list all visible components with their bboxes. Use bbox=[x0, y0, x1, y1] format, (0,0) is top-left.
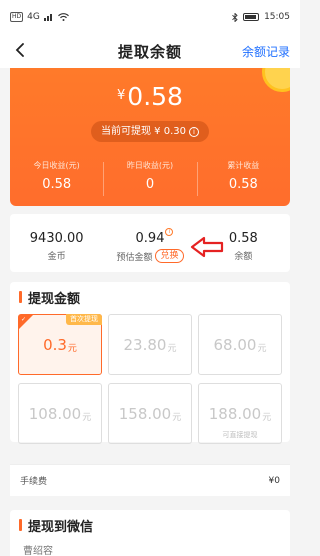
chevron-left-icon bbox=[15, 43, 24, 57]
amount-unit: 元 bbox=[262, 412, 272, 423]
stat-value: 0 bbox=[145, 177, 155, 192]
amount-unit: 元 bbox=[82, 412, 92, 423]
page-title: 提取余额 bbox=[117, 42, 182, 61]
withdraw-amount-header: 提现金额 bbox=[10, 282, 290, 312]
nav-bar: 提取余额 余额记录 bbox=[0, 34, 300, 68]
check-icon: ✓ bbox=[21, 316, 27, 323]
amount-unit: 元 bbox=[257, 343, 267, 354]
summary-card: 9430.00 金币 0.94 i 预估金额 兑换 0.58 余额 bbox=[10, 214, 290, 272]
withdraw-amount-title: 提现金额 bbox=[28, 291, 81, 307]
balance-record-link[interactable]: 余额记录 bbox=[242, 43, 290, 60]
earnings-stats: 今日收益(元) 0.58 昨日收益(元) 0 累计收益 0.58 bbox=[10, 160, 290, 196]
section-accent-bar bbox=[19, 291, 22, 303]
amount-options-grid: ✓ 首次提现 0.3 元 23.80 元 68.00 元 108.00 元 158.00… bbox=[18, 314, 282, 444]
amount-option[interactable]: 108.00 元 bbox=[18, 383, 102, 444]
amount-value: 0.3 bbox=[43, 335, 67, 354]
summary-balance-value: 0.58 bbox=[228, 231, 258, 246]
coins-label-text: 金币 bbox=[47, 252, 66, 262]
estimated-value-text: 0.94 bbox=[135, 231, 165, 246]
amount-option[interactable]: 23.80 元 bbox=[108, 314, 192, 375]
estimated-value: 0.94 i bbox=[135, 228, 174, 246]
stat-label: 昨日收益(元) bbox=[126, 161, 174, 170]
estimate-column: 0.94 i 预估金额 兑换 bbox=[103, 214, 196, 272]
red-arrow-icon bbox=[190, 236, 224, 258]
back-button[interactable] bbox=[8, 38, 32, 62]
fee-row: 手续费 ¥0 bbox=[10, 464, 290, 496]
coins-label: 金币 bbox=[10, 249, 103, 262]
estimated-label-text: 预估金额 bbox=[116, 252, 153, 263]
first-withdraw-tag: 首次提现 bbox=[66, 314, 102, 325]
withdraw-amount-section: 提现金额 ✓ 首次提现 0.3 元 23.80 元 68.00 元 108.00 元 1… bbox=[10, 282, 290, 444]
coins-value: 9430.00 bbox=[29, 231, 84, 246]
balance-amount: ¥0.58 bbox=[10, 82, 290, 111]
withdraw-to-header: 提现到微信 bbox=[10, 510, 290, 540]
stat-total: 累计收益 0.58 bbox=[196, 160, 290, 196]
balance-value: 0.58 bbox=[127, 82, 183, 111]
withdraw-to-title: 提现到微信 bbox=[28, 519, 94, 535]
fee-label: 手续费 bbox=[20, 477, 48, 487]
amount-option[interactable]: ✓ 首次提现 0.3 元 bbox=[18, 314, 102, 375]
amount-option[interactable]: 68.00 元 bbox=[198, 314, 282, 375]
signal-text: 4G bbox=[27, 12, 40, 22]
amount-value: 68.00 bbox=[213, 335, 257, 354]
withdrawable-text: 当前可提现 ¥ 0.30 bbox=[101, 126, 186, 137]
network-badge: HD bbox=[10, 12, 24, 22]
balance-card: ¥0.58 当前可提现 ¥ 0.30 i 今日收益(元) 0.58 昨日收益(元… bbox=[10, 68, 290, 206]
status-bar: HD 4G 15:05 bbox=[0, 0, 300, 34]
estimate-info-icon[interactable]: i bbox=[165, 228, 174, 236]
status-time: 15:05 bbox=[264, 12, 290, 22]
summary-balance-label-text: 余额 bbox=[234, 252, 253, 262]
currency-symbol: ¥ bbox=[117, 88, 126, 103]
stat-value: 0.58 bbox=[42, 177, 72, 192]
amount-value: 158.00 bbox=[118, 404, 172, 423]
fee-value: ¥0 bbox=[268, 475, 280, 486]
info-icon: i bbox=[189, 126, 199, 137]
stat-yesterday: 昨日收益(元) 0 bbox=[103, 160, 196, 196]
amount-value: 23.80 bbox=[123, 335, 167, 354]
battery-icon bbox=[243, 13, 260, 21]
withdrawable-pill[interactable]: 当前可提现 ¥ 0.30 i bbox=[91, 121, 209, 142]
withdraw-to-wechat-section: 提现到微信 曹绍容 bbox=[10, 510, 290, 556]
stat-label: 累计收益 bbox=[227, 161, 260, 170]
amount-option[interactable]: 158.00 元 bbox=[108, 383, 192, 444]
stat-value: 0.58 bbox=[228, 177, 258, 192]
amount-option[interactable]: 188.00 元 可直接提现 bbox=[198, 383, 282, 444]
amount-unit: 元 bbox=[167, 343, 177, 354]
amount-value: 188.00 bbox=[208, 404, 262, 423]
status-left: HD 4G bbox=[10, 12, 69, 22]
signal-icon bbox=[43, 14, 52, 21]
status-right: 15:05 bbox=[232, 12, 290, 22]
exchange-button[interactable]: 兑换 bbox=[155, 249, 184, 263]
bluetooth-icon bbox=[232, 12, 238, 22]
amount-value: 108.00 bbox=[28, 404, 82, 423]
stat-label: 今日收益(元) bbox=[33, 161, 80, 170]
direct-withdraw-note: 可直接提现 bbox=[222, 431, 258, 439]
coins-column: 9430.00 金币 bbox=[10, 214, 103, 272]
amount-unit: 元 bbox=[172, 412, 182, 423]
section-accent-bar bbox=[19, 519, 22, 531]
amount-unit: 元 bbox=[67, 343, 77, 354]
estimated-label: 预估金额 兑换 bbox=[103, 249, 196, 263]
stat-today: 今日收益(元) 0.58 bbox=[10, 160, 103, 192]
wifi-icon bbox=[57, 13, 69, 21]
wechat-account-name[interactable]: 曹绍容 bbox=[23, 542, 53, 556]
